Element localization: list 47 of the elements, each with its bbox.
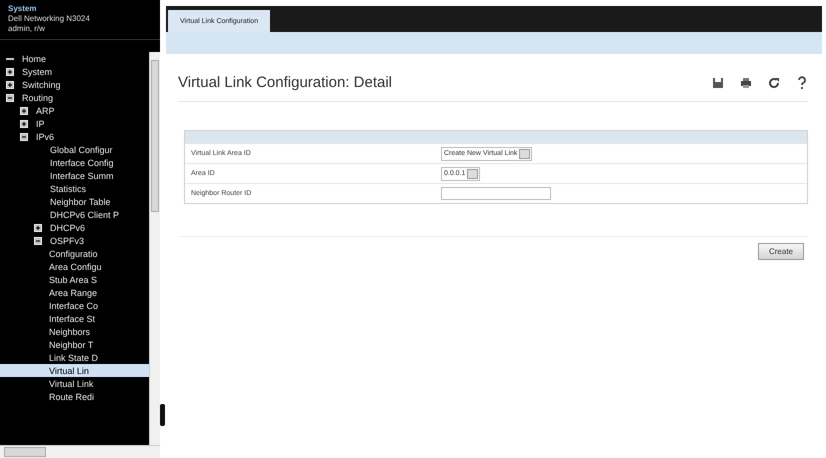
tree-item[interactable]: OSPFv3 xyxy=(49,236,86,246)
expand-icon[interactable] xyxy=(6,80,14,88)
tree-item[interactable]: Configuratio xyxy=(48,248,99,258)
expand-icon[interactable] xyxy=(20,106,28,114)
tree-item[interactable]: Neighbor T xyxy=(48,340,94,350)
tree-item[interactable]: Interface Co xyxy=(48,300,100,310)
expand-icon[interactable] xyxy=(20,120,28,128)
header-title: System xyxy=(8,4,38,13)
tree-item[interactable]: Statistics xyxy=(49,184,88,194)
input-field[interactable] xyxy=(441,187,551,200)
tree-item[interactable]: DHCPv6 Client P xyxy=(49,210,120,220)
save-icon[interactable] xyxy=(712,76,724,90)
tree-item[interactable]: Home xyxy=(21,54,48,64)
tree-item[interactable]: Link State D xyxy=(48,352,100,362)
tree-item[interactable]: Switching xyxy=(21,80,62,90)
tree-item[interactable]: Virtual Link xyxy=(48,378,94,388)
page-title: Virtual Link Configuration: Detail xyxy=(178,74,392,91)
help-icon[interactable] xyxy=(796,76,808,90)
collapse-icon[interactable] xyxy=(20,132,28,140)
tree-item[interactable]: ARP xyxy=(35,106,56,116)
tree-item[interactable]: Stub Area S xyxy=(48,274,98,284)
tree-item[interactable]: DHCPv6 xyxy=(49,222,86,232)
tree-item[interactable]: Global Configur xyxy=(49,144,114,154)
tree-item[interactable]: IPv6 xyxy=(35,132,56,142)
collapse-icon[interactable] xyxy=(6,94,14,102)
tree-item[interactable]: Interface Summ xyxy=(49,170,115,180)
tree-item[interactable]: IP xyxy=(35,118,46,128)
splitter-handle[interactable] xyxy=(160,404,165,426)
tree-item[interactable]: Area Range xyxy=(48,288,98,298)
expand-icon[interactable] xyxy=(6,68,14,76)
vertical-scrollbar[interactable] xyxy=(149,52,160,445)
collapse-icon[interactable] xyxy=(34,236,42,244)
print-icon[interactable] xyxy=(740,76,752,90)
user-name: admin, r/w xyxy=(8,24,46,33)
create-button[interactable]: Create xyxy=(758,243,804,260)
tree-item[interactable]: Neighbors xyxy=(48,326,92,336)
horizontal-scrollbar[interactable] xyxy=(0,445,160,458)
device-name: Dell Networking N3024 xyxy=(8,14,91,23)
tree-item[interactable]: Area Configu xyxy=(48,262,103,272)
refresh-icon[interactable] xyxy=(768,76,780,90)
expand-icon[interactable] xyxy=(34,224,42,232)
tree-item[interactable]: Route Redi xyxy=(48,392,96,402)
tree-item[interactable]: Interface Config xyxy=(49,158,115,168)
tree-item[interactable]: System xyxy=(21,66,54,76)
tree-item[interactable]: Interface St xyxy=(48,314,96,324)
tree-item[interactable]: Routing xyxy=(21,92,54,102)
tree-item[interactable]: Neighbor Table xyxy=(49,196,112,206)
